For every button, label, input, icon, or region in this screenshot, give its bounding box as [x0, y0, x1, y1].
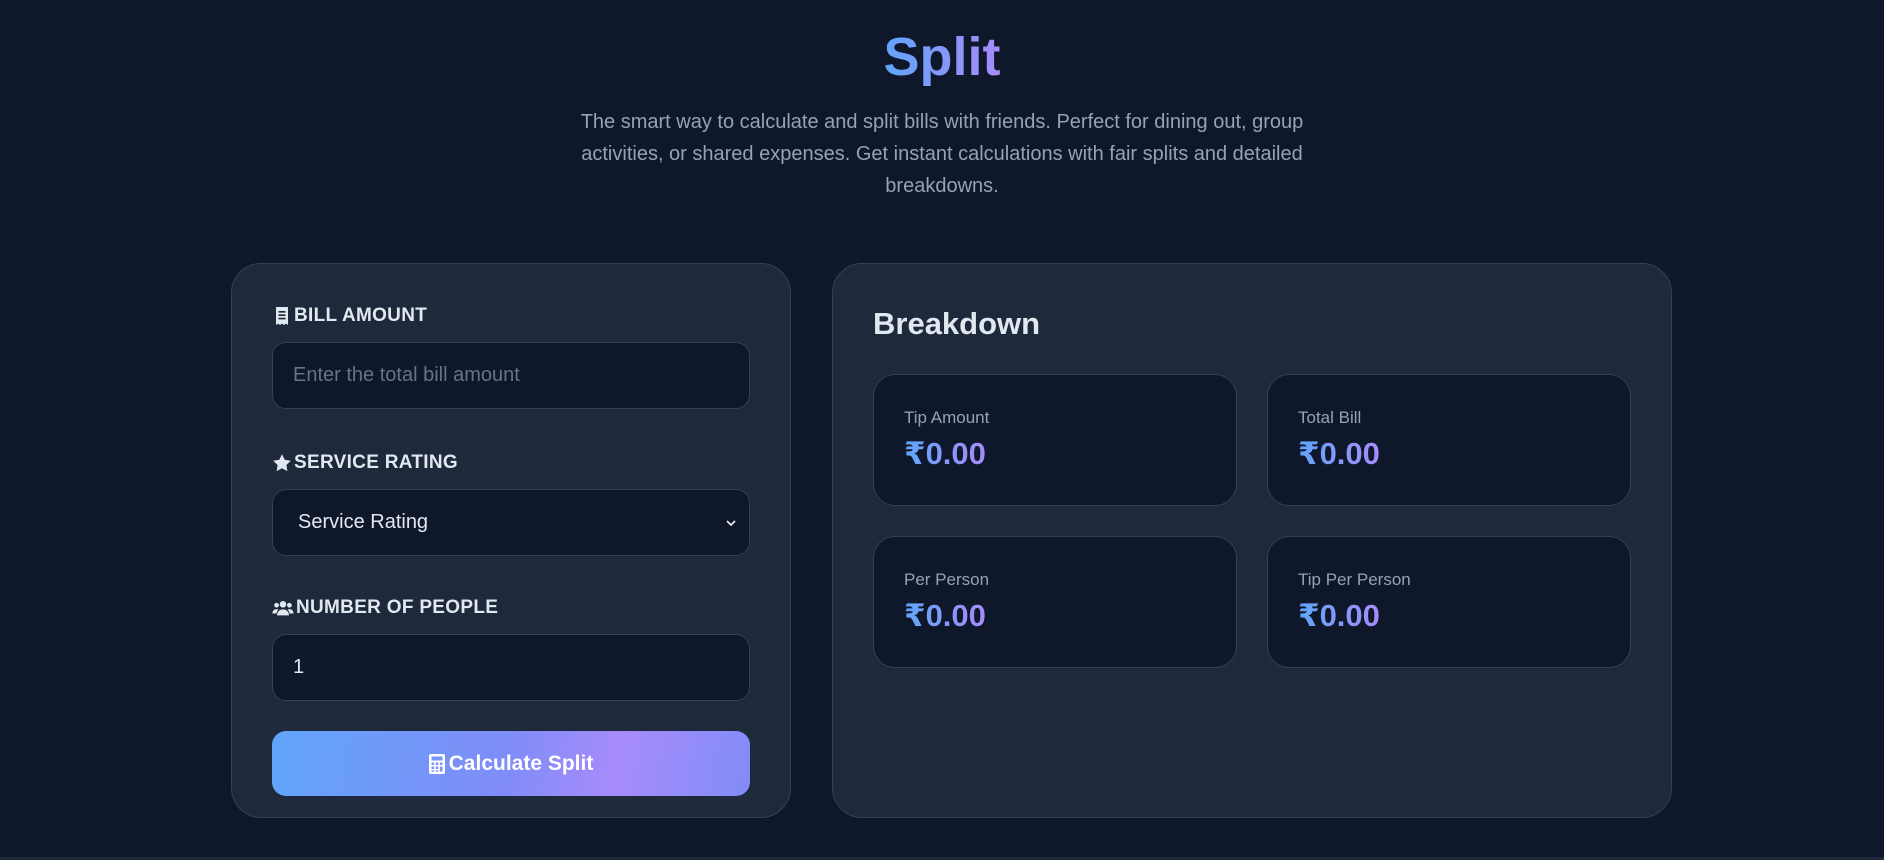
stat-value: ₹0.00 — [904, 436, 986, 471]
stat-label: Total Bill — [1298, 408, 1362, 427]
calculator-icon — [428, 753, 445, 774]
breakdown-panel: Breakdown Tip Amount ₹0.00 Total Bill ₹0… — [832, 263, 1672, 818]
stat-value: ₹0.00 — [1298, 436, 1380, 471]
bill-amount-label: BILL AMOUNT — [272, 304, 750, 328]
service-rating-label: SERVICE RATING — [272, 451, 750, 475]
receipt-icon — [276, 307, 288, 325]
page-description: The smart way to calculate and split bil… — [580, 111, 1304, 197]
service-rating-label-text: SERVICE RATING — [294, 452, 458, 473]
chevron-down-icon — [726, 519, 736, 526]
calculate-split-button[interactable]: Calculate Split — [272, 731, 750, 796]
number-of-people-label-text: NUMBER OF PEOPLE — [296, 597, 499, 618]
service-rating-selected: Service Rating — [298, 511, 429, 533]
stat-value: ₹0.00 — [904, 598, 986, 633]
service-rating-select[interactable]: Service Rating — [272, 489, 750, 556]
content: BILL AMOUNT Enter the total bill amount … — [231, 263, 1672, 818]
split-form: BILL AMOUNT Enter the total bill amount … — [231, 263, 791, 818]
stat-tip-amount: Tip Amount ₹0.00 — [873, 374, 1237, 506]
bill-amount-input[interactable]: Enter the total bill amount — [272, 342, 750, 409]
number-of-people-value: 1 — [293, 656, 305, 678]
number-of-people-input[interactable]: 1 — [272, 634, 750, 701]
page: Split The smart way to calculate and spl… — [0, 0, 1884, 860]
stat-value: ₹0.00 — [1298, 598, 1380, 633]
calculate-split-label: Calculate Split — [448, 751, 594, 775]
stat-per-person: Per Person ₹0.00 — [873, 536, 1237, 668]
bill-amount-label-text: BILL AMOUNT — [294, 305, 428, 326]
bill-amount-placeholder: Enter the total bill amount — [293, 364, 520, 386]
breakdown-title: Breakdown — [873, 306, 1041, 341]
stat-tip-per-person: Tip Per Person ₹0.00 — [1267, 536, 1631, 668]
stat-label: Per Person — [904, 570, 990, 589]
page-title: Split — [884, 24, 1001, 90]
breakdown-grid: Tip Amount ₹0.00 Total Bill ₹0.00 Per Pe… — [873, 374, 1631, 668]
stat-label: Tip Per Person — [1298, 570, 1411, 589]
users-icon — [272, 601, 294, 616]
number-of-people-label: NUMBER OF PEOPLE — [272, 596, 750, 620]
hero: Split The smart way to calculate and spl… — [0, 0, 1884, 202]
stat-label: Tip Amount — [904, 408, 990, 427]
stat-total-bill: Total Bill ₹0.00 — [1267, 374, 1631, 506]
star-icon — [273, 454, 291, 472]
